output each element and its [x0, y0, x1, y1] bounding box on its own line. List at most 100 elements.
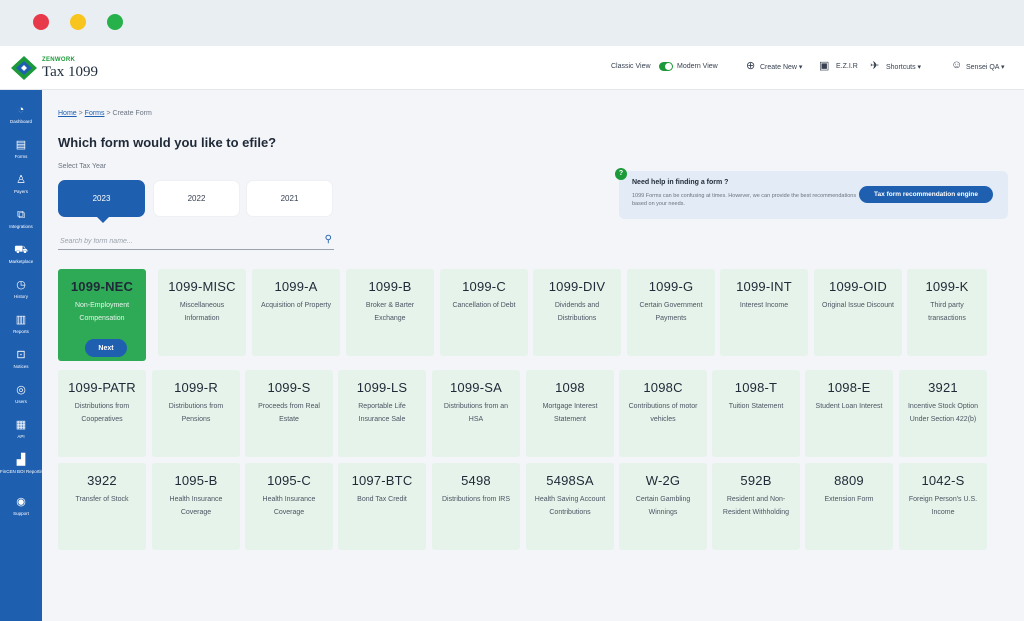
sidebar-item-dashboard[interactable]: ◔ Dashboard	[0, 104, 42, 125]
form-card-1098c[interactable]: 1098C Contributions of motor vehicles	[619, 370, 707, 457]
form-card-1095-c[interactable]: 1095-C Health Insurance Coverage	[245, 463, 333, 550]
form-card-description: Student Loan Interest	[815, 403, 883, 410]
modern-view-link[interactable]: Modern View	[677, 63, 718, 70]
form-card-description: Third party transactions	[928, 302, 966, 322]
form-card-1099-nec[interactable]: 1099-NEC Non-Employment Compensation Next	[58, 269, 146, 361]
form-card-1099-misc[interactable]: 1099-MISC Miscellaneous Information	[158, 269, 246, 356]
reports-icon: ▥	[15, 314, 27, 326]
form-card-code: 1099-INT	[736, 279, 792, 294]
form-card-3922[interactable]: 3922 Transfer of Stock	[58, 463, 146, 550]
recommendation-engine-button[interactable]: Tax form recommendation engine	[859, 186, 993, 203]
sidebar-item-marketplace[interactable]: ⛟ Marketplace	[0, 244, 42, 265]
form-card-1097-btc[interactable]: 1097-BTC Bond Tax Credit	[338, 463, 426, 550]
breadcrumb-current: Create Form	[112, 110, 152, 117]
form-card-code: 1098	[555, 380, 585, 395]
view-toggle[interactable]	[659, 62, 673, 71]
shortcuts-menu[interactable]: Shortcuts ▾	[886, 63, 921, 71]
form-card-description: Tuition Statement	[728, 403, 784, 410]
form-card-description: Miscellaneous Information	[179, 302, 225, 322]
sidebar-item-payers[interactable]: ♙ Payers	[0, 174, 42, 195]
form-card-1099-ls[interactable]: 1099-LS Reportable Life Insurance Sale	[338, 370, 426, 457]
form-card-3921[interactable]: 3921 Incentive Stock Option Under Section…	[899, 370, 987, 457]
breadcrumb-home[interactable]: Home	[58, 110, 77, 117]
sidebar-item-users[interactable]: ◎ Users	[0, 384, 42, 405]
sidebar-item-api[interactable]: ▦ API	[0, 419, 42, 440]
zenwork-logo-icon	[11, 56, 37, 80]
form-card-description: Certain Government Payments	[639, 302, 703, 322]
sidebar-item-boi-reporting[interactable]: ▟ FinCEN BOI Reporting	[0, 454, 42, 475]
form-card-1099-c[interactable]: 1099-C Cancellation of Debt	[440, 269, 528, 356]
form-search-input[interactable]	[60, 235, 310, 247]
form-card-5498[interactable]: 5498 Distributions from IRS	[432, 463, 520, 550]
form-card-code: 1099-MISC	[168, 279, 236, 294]
form-card-description: Certain Gambling Winnings	[635, 496, 691, 516]
form-card-code: 1099-A	[274, 279, 318, 294]
form-card-1095-b[interactable]: 1095-B Health Insurance Coverage	[152, 463, 240, 550]
sidebar-item-history[interactable]: ◷ History	[0, 279, 42, 300]
sidebar-item-notices[interactable]: ⊡ Notices	[0, 349, 42, 370]
form-card-code: 1099-R	[174, 380, 218, 395]
sidebar: ◔ Dashboard ▤ Forms ♙ Payers ⧉ Integrati…	[0, 90, 42, 621]
form-card-code: 1099-LS	[356, 380, 408, 395]
classic-view-link[interactable]: Classic View	[611, 63, 651, 70]
brand-company: ZENWORK	[42, 57, 76, 63]
boi-icon: ▟	[16, 454, 26, 466]
minimize-window-button[interactable]	[70, 14, 86, 30]
ezi-link[interactable]: E.Z.I.R	[836, 63, 858, 70]
sidebar-item-integrations[interactable]: ⧉ Integrations	[0, 209, 42, 230]
form-card-code: 1099-DIV	[548, 279, 606, 294]
form-card-1099-int[interactable]: 1099-INT Interest Income	[720, 269, 808, 356]
history-icon: ◷	[16, 279, 26, 291]
form-card-1099-g[interactable]: 1099-G Certain Government Payments	[627, 269, 715, 356]
form-card-1099-sa[interactable]: 1099-SA Distributions from an HSA	[432, 370, 520, 457]
form-card-w-2g[interactable]: W-2G Certain Gambling Winnings	[619, 463, 707, 550]
form-card-1099-r[interactable]: 1099-R Distributions from Pensions	[152, 370, 240, 457]
year-option-2023[interactable]: 2023	[58, 180, 145, 223]
brand-product: Tax 1099	[42, 64, 99, 80]
form-card-description: Distributions from Cooperatives	[74, 403, 130, 423]
form-card-description: Resident and Non-Resident Withholding	[722, 496, 790, 516]
window-titlebar	[0, 0, 1024, 46]
search-icon[interactable]: ⚲	[325, 234, 332, 245]
shortcut-icon: ✈	[870, 60, 880, 72]
form-card-description: Acquisition of Property	[260, 302, 332, 309]
form-card-1098-e[interactable]: 1098-E Student Loan Interest	[805, 370, 893, 457]
form-card-1098-t[interactable]: 1098-T Tuition Statement	[712, 370, 800, 457]
form-card-description: Original Issue Discount	[822, 302, 894, 309]
form-card-code: 1098C	[643, 380, 683, 395]
create-new-menu[interactable]: Create New ▾	[760, 63, 802, 71]
next-button[interactable]: Next	[85, 339, 127, 357]
form-card-description: Distributions from IRS	[441, 496, 511, 503]
breadcrumb-forms[interactable]: Forms	[85, 110, 105, 117]
form-card-1099-div[interactable]: 1099-DIV Dividends and Distributions	[533, 269, 621, 356]
form-card-code: 5498	[461, 473, 491, 488]
form-card-1099-k[interactable]: 1099-K Third party transactions	[907, 269, 987, 356]
form-card-description: Bond Tax Credit	[357, 496, 407, 503]
form-card-1098[interactable]: 1098 Mortgage Interest Statement	[526, 370, 614, 457]
form-card-code: 1095-C	[267, 473, 311, 488]
form-card-1042-s[interactable]: 1042-S Foreign Person's U.S. Income	[899, 463, 987, 550]
form-card-code: 3922	[87, 473, 117, 488]
form-card-description: Proceeds from Real Estate	[258, 403, 320, 423]
form-card-5498sa[interactable]: 5498SA Health Saving Account Contribution…	[526, 463, 614, 550]
user-menu[interactable]: Sensei QA ▾	[966, 63, 1005, 71]
form-card-code: 1099-OID	[829, 279, 887, 294]
close-window-button[interactable]	[33, 14, 49, 30]
form-card-1099-oid[interactable]: 1099-OID Original Issue Discount	[814, 269, 902, 356]
maximize-window-button[interactable]	[107, 14, 123, 30]
year-option-2021[interactable]: 2021	[246, 180, 333, 217]
form-card-1099-b[interactable]: 1099-B Broker & Barter Exchange	[346, 269, 434, 356]
sidebar-item-support[interactable]: ◉ Support	[0, 496, 42, 517]
year-option-2022[interactable]: 2022	[153, 180, 240, 217]
sidebar-item-reports[interactable]: ▥ Reports	[0, 314, 42, 335]
form-card-1099-a[interactable]: 1099-A Acquisition of Property	[252, 269, 340, 356]
form-card-1099-patr[interactable]: 1099-PATR Distributions from Cooperatives	[58, 370, 146, 457]
form-card-592b[interactable]: 592B Resident and Non-Resident Withholdin…	[712, 463, 800, 550]
sidebar-item-forms[interactable]: ▤ Forms	[0, 139, 42, 160]
form-card-description: Interest Income	[739, 302, 789, 309]
form-card-description: Extension Form	[824, 496, 874, 503]
form-card-code: 3921	[928, 380, 958, 395]
form-card-8809[interactable]: 8809 Extension Form	[805, 463, 893, 550]
form-card-1099-s[interactable]: 1099-S Proceeds from Real Estate	[245, 370, 333, 457]
form-search: ⚲	[58, 232, 334, 250]
